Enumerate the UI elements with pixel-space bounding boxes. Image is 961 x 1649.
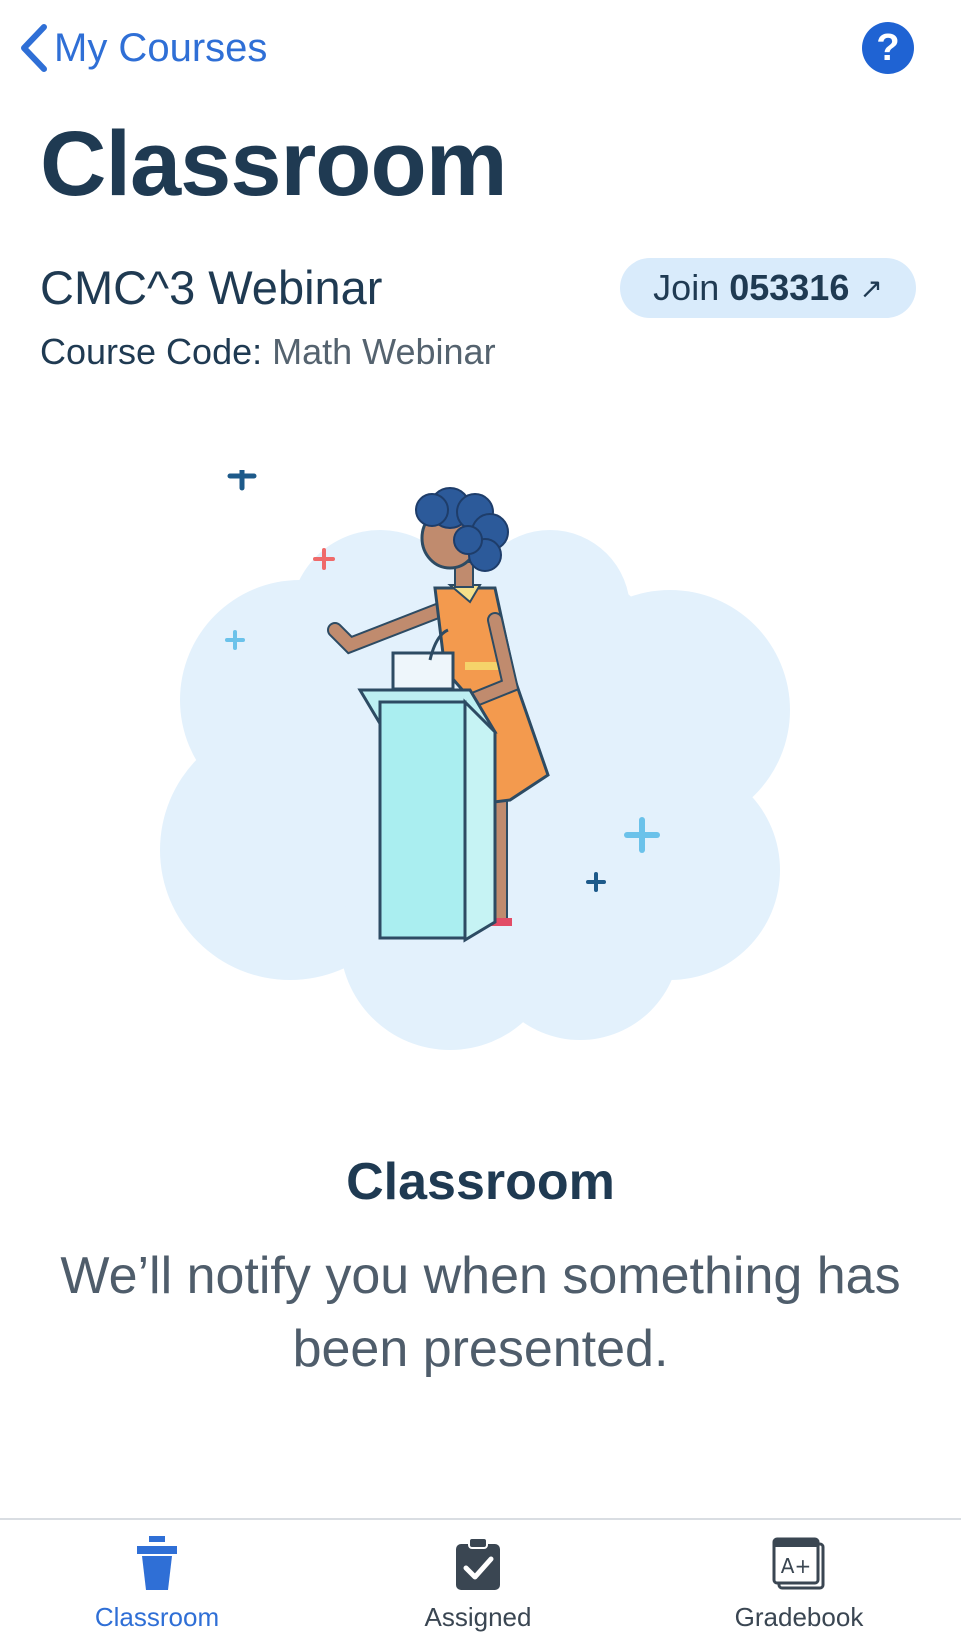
tab-bar: Classroom Assigned A+ Gradebook: [0, 1518, 961, 1649]
tab-gradebook[interactable]: A+ Gradebook: [699, 1536, 899, 1646]
podium-icon: [137, 1536, 177, 1590]
svg-text:A+: A+: [781, 1554, 811, 1578]
join-label: Join: [653, 267, 720, 308]
gradebook-icon: A+: [772, 1537, 825, 1590]
empty-state-title: Classroom: [346, 1153, 615, 1211]
empty-state-message: We’ll notify you when something has been…: [60, 1247, 901, 1378]
sparkle-icon: [227, 470, 257, 491]
external-arrow-icon: ↗: [859, 272, 883, 304]
join-code-button[interactable]: Join 053316 ↗: [620, 258, 916, 318]
tab-assigned-label: Assigned: [424, 1602, 532, 1632]
tab-gradebook-label: Gradebook: [734, 1602, 864, 1632]
help-button[interactable]: ?: [862, 22, 914, 74]
course-code: Course Code: Math Webinar: [40, 332, 496, 372]
page-title: Classroom: [40, 113, 507, 215]
question-mark-icon: ?: [876, 26, 900, 69]
tab-assigned[interactable]: Assigned: [378, 1536, 578, 1646]
tab-classroom[interactable]: Classroom: [57, 1536, 257, 1646]
back-button-label: My Courses: [54, 25, 268, 70]
tab-classroom-label: Classroom: [94, 1602, 220, 1632]
join-code: 053316: [729, 267, 850, 308]
clipboard-check-icon: [456, 1537, 500, 1590]
course-code-value: Math Webinar: [272, 331, 496, 372]
back-button[interactable]: My Courses: [18, 18, 267, 78]
course-code-label: Course Code:: [40, 331, 263, 372]
chevron-left-icon: [21, 24, 47, 72]
navigation-bar: My Courses ?: [0, 0, 961, 100]
course-name: CMC^3 Webinar: [40, 261, 383, 314]
presenter-illustration: [160, 470, 790, 1050]
